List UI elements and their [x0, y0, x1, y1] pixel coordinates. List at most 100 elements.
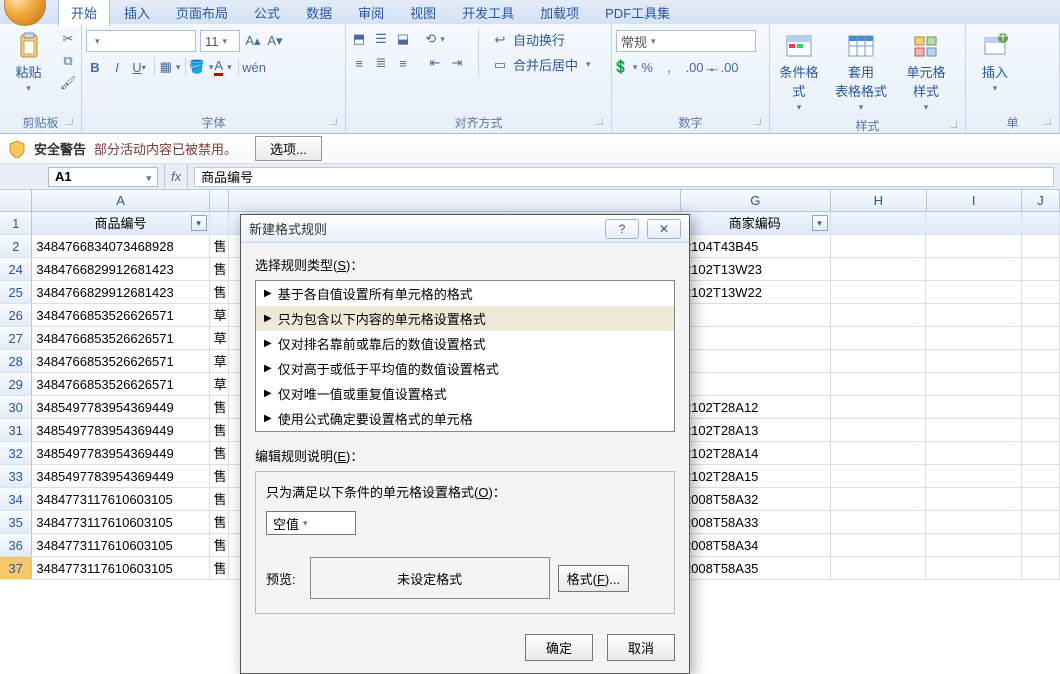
tab-insert[interactable]: 插入 — [112, 0, 162, 26]
cell[interactable] — [926, 396, 1021, 418]
cell[interactable]: 3484766853526626571 — [32, 373, 209, 395]
cell[interactable]: 草 — [210, 327, 229, 349]
rule-type-list[interactable]: ▶基于各自值设置所有单元格的格式▶只为包含以下内容的单元格设置格式▶仅对排名靠前… — [255, 280, 675, 432]
cell[interactable] — [831, 258, 926, 280]
cell[interactable] — [926, 304, 1021, 326]
increase-font-icon[interactable]: A▴ — [244, 32, 262, 50]
cell[interactable] — [831, 304, 926, 326]
cell[interactable]: 草 — [210, 373, 229, 395]
rule-type-item[interactable]: ▶基于各自值设置所有单元格的格式 — [256, 281, 674, 306]
merge-center-button[interactable]: ▭ 合并后居中 — [491, 55, 591, 74]
row-header[interactable]: 35 — [0, 511, 32, 533]
cell[interactable]: 售 — [210, 488, 229, 510]
cell[interactable]: 售 — [210, 281, 229, 303]
cell[interactable] — [831, 212, 926, 234]
cell[interactable] — [1022, 442, 1060, 464]
condition-type-select[interactable]: 空值 — [266, 511, 356, 535]
align-left-icon[interactable]: ≡ — [350, 54, 368, 72]
cell[interactable] — [926, 557, 1021, 579]
cell[interactable] — [1022, 534, 1060, 556]
orientation-icon[interactable]: ⟲ — [426, 30, 444, 48]
col-header-a[interactable]: A — [32, 190, 209, 211]
underline-icon[interactable]: U▾ — [130, 58, 148, 76]
row-header[interactable]: 24 — [0, 258, 32, 280]
cell[interactable]: 2102T28A15 — [680, 465, 831, 487]
bold-icon[interactable]: B — [86, 58, 104, 76]
format-painter-icon[interactable]: 🖌 — [59, 74, 77, 92]
cell-styles-button[interactable]: 单元格 样式▾ — [898, 30, 954, 115]
row-header[interactable]: 33 — [0, 465, 32, 487]
row-header[interactable]: 2 — [0, 235, 32, 257]
cell[interactable] — [926, 373, 1021, 395]
row-header[interactable]: 30 — [0, 396, 32, 418]
cell[interactable]: 售 — [210, 465, 229, 487]
cell[interactable] — [680, 304, 831, 326]
row-header[interactable]: 36 — [0, 534, 32, 556]
cell[interactable]: 3485497783954369449 — [32, 396, 209, 418]
cell[interactable] — [1022, 258, 1060, 280]
close-button[interactable]: ✕ — [647, 219, 681, 239]
cell[interactable]: 2102T28A14 — [680, 442, 831, 464]
select-all-corner[interactable] — [0, 190, 32, 211]
cell[interactable] — [926, 442, 1021, 464]
borders-icon[interactable]: ▦ — [161, 58, 179, 76]
cell[interactable]: 3485497783954369449 — [32, 419, 209, 441]
cell[interactable] — [1022, 373, 1060, 395]
cell[interactable]: 3485497783954369449 — [32, 465, 209, 487]
tab-addin[interactable]: 加载项 — [528, 0, 591, 26]
cell[interactable]: 3484773117610603105 — [32, 511, 209, 533]
cell[interactable]: 2008T58A32 — [680, 488, 831, 510]
paste-button[interactable]: 粘贴 ▾ — [4, 30, 53, 96]
cell[interactable] — [926, 350, 1021, 372]
cell[interactable]: 2102T28A13 — [680, 419, 831, 441]
cell[interactable]: 2102T13W23 — [680, 258, 831, 280]
cell[interactable] — [1022, 488, 1060, 510]
row-header[interactable]: 31 — [0, 419, 32, 441]
phonetic-icon[interactable]: wén — [245, 58, 263, 76]
cell[interactable] — [831, 327, 926, 349]
cell[interactable] — [1022, 350, 1060, 372]
cell[interactable] — [1022, 281, 1060, 303]
align-right-icon[interactable]: ≡ — [394, 54, 412, 72]
cell[interactable] — [831, 534, 926, 556]
fx-icon[interactable]: fx — [171, 169, 181, 184]
rule-type-item[interactable]: ▶仅对唯一值或重复值设置格式 — [256, 381, 674, 406]
cell[interactable] — [1022, 396, 1060, 418]
cell[interactable] — [926, 258, 1021, 280]
align-top-icon[interactable]: ⬒ — [350, 30, 368, 48]
font-color-icon[interactable]: A — [214, 58, 232, 76]
cell[interactable]: 售 — [210, 235, 229, 257]
cell[interactable] — [926, 235, 1021, 257]
row-header[interactable]: 37 — [0, 557, 32, 579]
filter-button[interactable]: ▾ — [812, 215, 828, 231]
tab-layout[interactable]: 页面布局 — [164, 0, 240, 26]
fill-color-icon[interactable]: 🪣 — [192, 58, 210, 76]
cell[interactable]: 3484773117610603105 — [32, 557, 209, 579]
cell[interactable]: 草 — [210, 350, 229, 372]
cell[interactable] — [1022, 557, 1060, 579]
row-header[interactable]: 32 — [0, 442, 32, 464]
cell[interactable]: 商品编号▾ — [32, 212, 209, 234]
cell[interactable]: 2104T43B45 — [680, 235, 831, 257]
cell[interactable] — [1022, 304, 1060, 326]
row-header[interactable]: 28 — [0, 350, 32, 372]
accounting-icon[interactable]: 💲 — [616, 58, 634, 76]
cell[interactable] — [1022, 212, 1060, 234]
cut-icon[interactable]: ✂ — [59, 30, 77, 48]
cell[interactable]: 商家编码▾ — [680, 212, 831, 234]
italic-icon[interactable]: I — [108, 58, 126, 76]
copy-icon[interactable]: ⧉ — [59, 52, 77, 70]
row-header[interactable]: 29 — [0, 373, 32, 395]
filter-button[interactable]: ▾ — [191, 215, 207, 231]
format-as-table-button[interactable]: 套用 表格格式▾ — [830, 30, 892, 115]
cell[interactable] — [926, 212, 1021, 234]
cell[interactable] — [1022, 511, 1060, 533]
conditional-format-button[interactable]: 条件格式▾ — [774, 30, 824, 115]
tab-view[interactable]: 视图 — [398, 0, 448, 26]
row-header[interactable]: 34 — [0, 488, 32, 510]
tab-data[interactable]: 数据 — [294, 0, 344, 26]
cell[interactable]: 售 — [210, 442, 229, 464]
cell[interactable] — [926, 511, 1021, 533]
formula-input[interactable]: 商品编号 — [194, 167, 1054, 187]
rule-type-item[interactable]: ▶仅对排名靠前或靠后的数值设置格式 — [256, 331, 674, 356]
